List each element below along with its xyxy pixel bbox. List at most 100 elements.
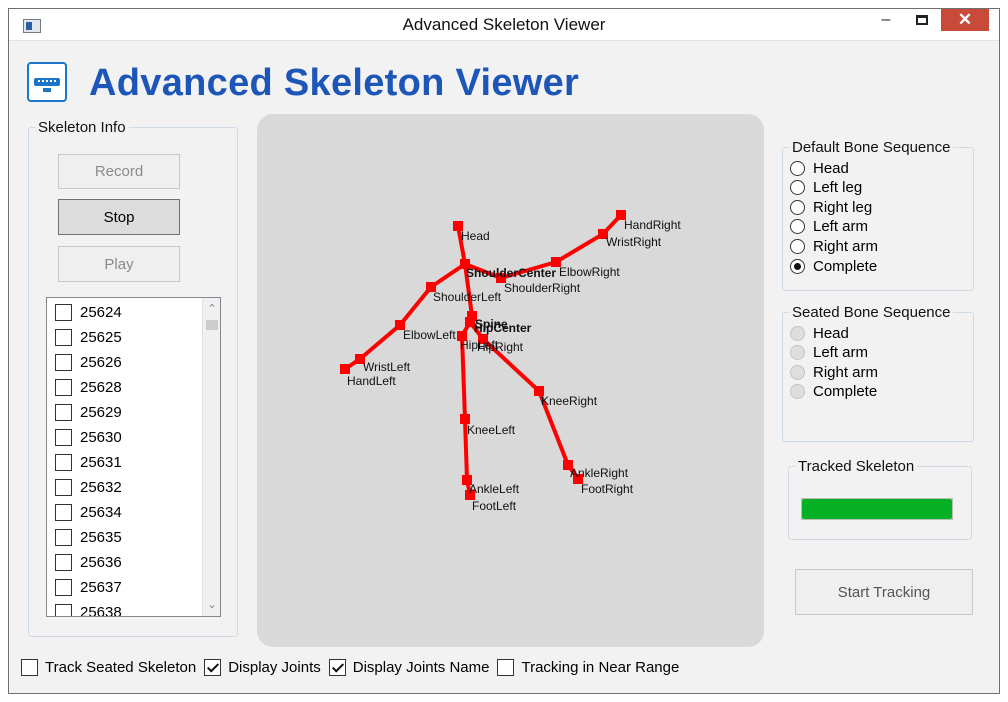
frame-list-item[interactable]: 25637: [55, 575, 122, 599]
default-sequence-option[interactable]: Right leg: [790, 197, 872, 217]
frame-list-item[interactable]: 25630: [55, 425, 122, 449]
option-display-joints[interactable]: Display Joints: [204, 658, 321, 676]
default-sequence-option[interactable]: Head: [790, 158, 849, 178]
kinect-sensor-icon: [27, 62, 67, 102]
frame-list-item[interactable]: 25636: [55, 550, 122, 574]
listbox-scrollbar[interactable]: ⌃ ⌄: [202, 298, 220, 616]
frame-list-item[interactable]: 25631: [55, 450, 122, 474]
default-sequence-option-label: Left leg: [813, 179, 863, 197]
frame-checkbox[interactable]: [55, 378, 72, 396]
default-sequence-option-label: Left arm: [813, 218, 869, 236]
frame-id-label: 25630: [80, 428, 122, 446]
frame-id-label: 25631: [80, 453, 122, 471]
default-sequence-radio[interactable]: [790, 160, 805, 176]
frame-checkbox[interactable]: [55, 428, 72, 446]
default-sequence-option[interactable]: Right arm: [790, 236, 878, 256]
default-sequence-radio[interactable]: [790, 180, 805, 196]
option-tracking-in-near-range[interactable]: Tracking in Near Range: [497, 658, 679, 676]
title-bar: Advanced Skeleton Viewer – ✕: [9, 9, 999, 41]
maximize-icon[interactable]: [907, 9, 937, 31]
frame-checkbox[interactable]: [55, 528, 72, 546]
option-display-joints-name[interactable]: Display Joints Name: [328, 658, 489, 676]
frame-checkbox[interactable]: [55, 503, 72, 521]
joint-label: ElbowLeft: [403, 328, 456, 342]
skeleton-drawing: Head ShoulderCenter ShoulderLeftShoulderRi…: [340, 210, 681, 513]
default-sequence-radio[interactable]: [790, 238, 805, 254]
page-title: Advanced Skeleton Viewer: [89, 62, 580, 104]
seated-sequence-radio: [790, 364, 805, 380]
joint-marker: [340, 364, 350, 374]
stop-button[interactable]: Stop: [58, 199, 180, 235]
joint-label: ShoulderCenter: [466, 266, 556, 280]
frame-id-label: 25636: [80, 553, 122, 571]
frame-id-label: 25634: [80, 503, 122, 521]
seated-sequence-option-label: Right arm: [813, 363, 879, 381]
frame-checkbox[interactable]: [55, 353, 72, 371]
frame-id-label: 25638: [80, 603, 122, 617]
close-icon[interactable]: ✕: [941, 9, 989, 31]
frame-list-item[interactable]: 25635: [55, 525, 122, 549]
frame-checkbox[interactable]: [55, 553, 72, 571]
joint-label: FootLeft: [472, 499, 517, 513]
frame-id-label: 25629: [80, 403, 122, 421]
options-bar: Track Seated Skeleton Display Joints Displ…: [21, 656, 687, 678]
default-sequence-option-label: Right arm: [813, 237, 879, 255]
joint-label: KneeLeft: [467, 423, 516, 437]
frame-id-label: 25632: [80, 478, 122, 496]
frame-checkbox[interactable]: [55, 453, 72, 471]
bone-ElbowRight-WristRight: [554, 232, 605, 264]
scroll-thumb[interactable]: [206, 320, 218, 330]
frame-list-item[interactable]: 25634: [55, 500, 122, 524]
frame-list-item[interactable]: 25632: [55, 475, 122, 499]
window-title: Advanced Skeleton Viewer: [402, 15, 606, 34]
frame-list-item[interactable]: 25625: [55, 325, 122, 349]
bone-ElbowLeft-WristLeft: [358, 323, 402, 361]
joint-label: KneeRight: [541, 394, 598, 408]
joint-label: HandLeft: [347, 374, 396, 388]
frame-list-item[interactable]: 25626: [55, 350, 122, 374]
frame-list-item[interactable]: 25624: [55, 300, 122, 324]
frame-list-item[interactable]: 25638: [55, 600, 122, 617]
default-sequence-option-label: Head: [813, 159, 849, 177]
option-checkbox[interactable]: [21, 658, 38, 676]
default-bone-sequence-legend: Default Bone Sequence: [792, 139, 951, 156]
default-sequence-option[interactable]: Left arm: [790, 217, 868, 237]
tracked-skeleton-legend: Tracked Skeleton: [798, 458, 915, 475]
option-checkbox[interactable]: [204, 658, 222, 676]
frame-id-label: 25628: [80, 378, 122, 396]
default-sequence-radio[interactable]: [790, 199, 805, 215]
seated-sequence-radio: [790, 325, 805, 341]
frame-list-item[interactable]: 25628: [55, 375, 122, 399]
scroll-up-icon[interactable]: ⌃: [203, 300, 220, 318]
joint-label: HandRight: [624, 218, 681, 232]
seated-sequence-option-label: Head: [813, 324, 849, 342]
play-button[interactable]: Play: [58, 246, 180, 282]
frame-listbox[interactable]: 25624 25625 25626 25628 25629 25630 25631 25632…: [46, 297, 221, 617]
seated-sequence-option: Left arm: [790, 343, 868, 363]
frame-checkbox[interactable]: [55, 478, 72, 496]
default-sequence-option[interactable]: Left leg: [790, 178, 862, 198]
seated-sequence-option-label: Complete: [813, 383, 878, 401]
frame-list-item[interactable]: 25629: [55, 400, 122, 424]
default-sequence-option[interactable]: Complete: [790, 256, 877, 276]
start-tracking-button[interactable]: Start Tracking: [795, 569, 973, 615]
joint-label: FootRight: [581, 482, 634, 496]
frame-checkbox[interactable]: [55, 578, 72, 596]
seated-sequence-radio: [790, 345, 805, 361]
option-checkbox[interactable]: [497, 658, 515, 676]
option-checkbox[interactable]: [328, 658, 346, 676]
frame-checkbox[interactable]: [55, 403, 72, 421]
frame-id-label: 25635: [80, 528, 122, 546]
tracked-skeleton-progress: [801, 498, 953, 520]
app-header: Advanced Skeleton Viewer: [9, 42, 999, 118]
skeleton-canvas[interactable]: Head ShoulderCenter ShoulderLeft ShoulderRi…: [257, 114, 764, 647]
default-sequence-radio[interactable]: [790, 258, 805, 274]
frame-checkbox[interactable]: [55, 328, 72, 346]
minimize-icon[interactable]: –: [871, 9, 901, 31]
frame-checkbox[interactable]: [55, 303, 72, 321]
default-sequence-radio[interactable]: [790, 219, 805, 235]
option-track-seated-skeleton[interactable]: Track Seated Skeleton: [21, 658, 196, 676]
record-button[interactable]: Record: [58, 154, 180, 189]
frame-checkbox[interactable]: [55, 603, 72, 616]
scroll-down-icon[interactable]: ⌄: [203, 596, 220, 614]
